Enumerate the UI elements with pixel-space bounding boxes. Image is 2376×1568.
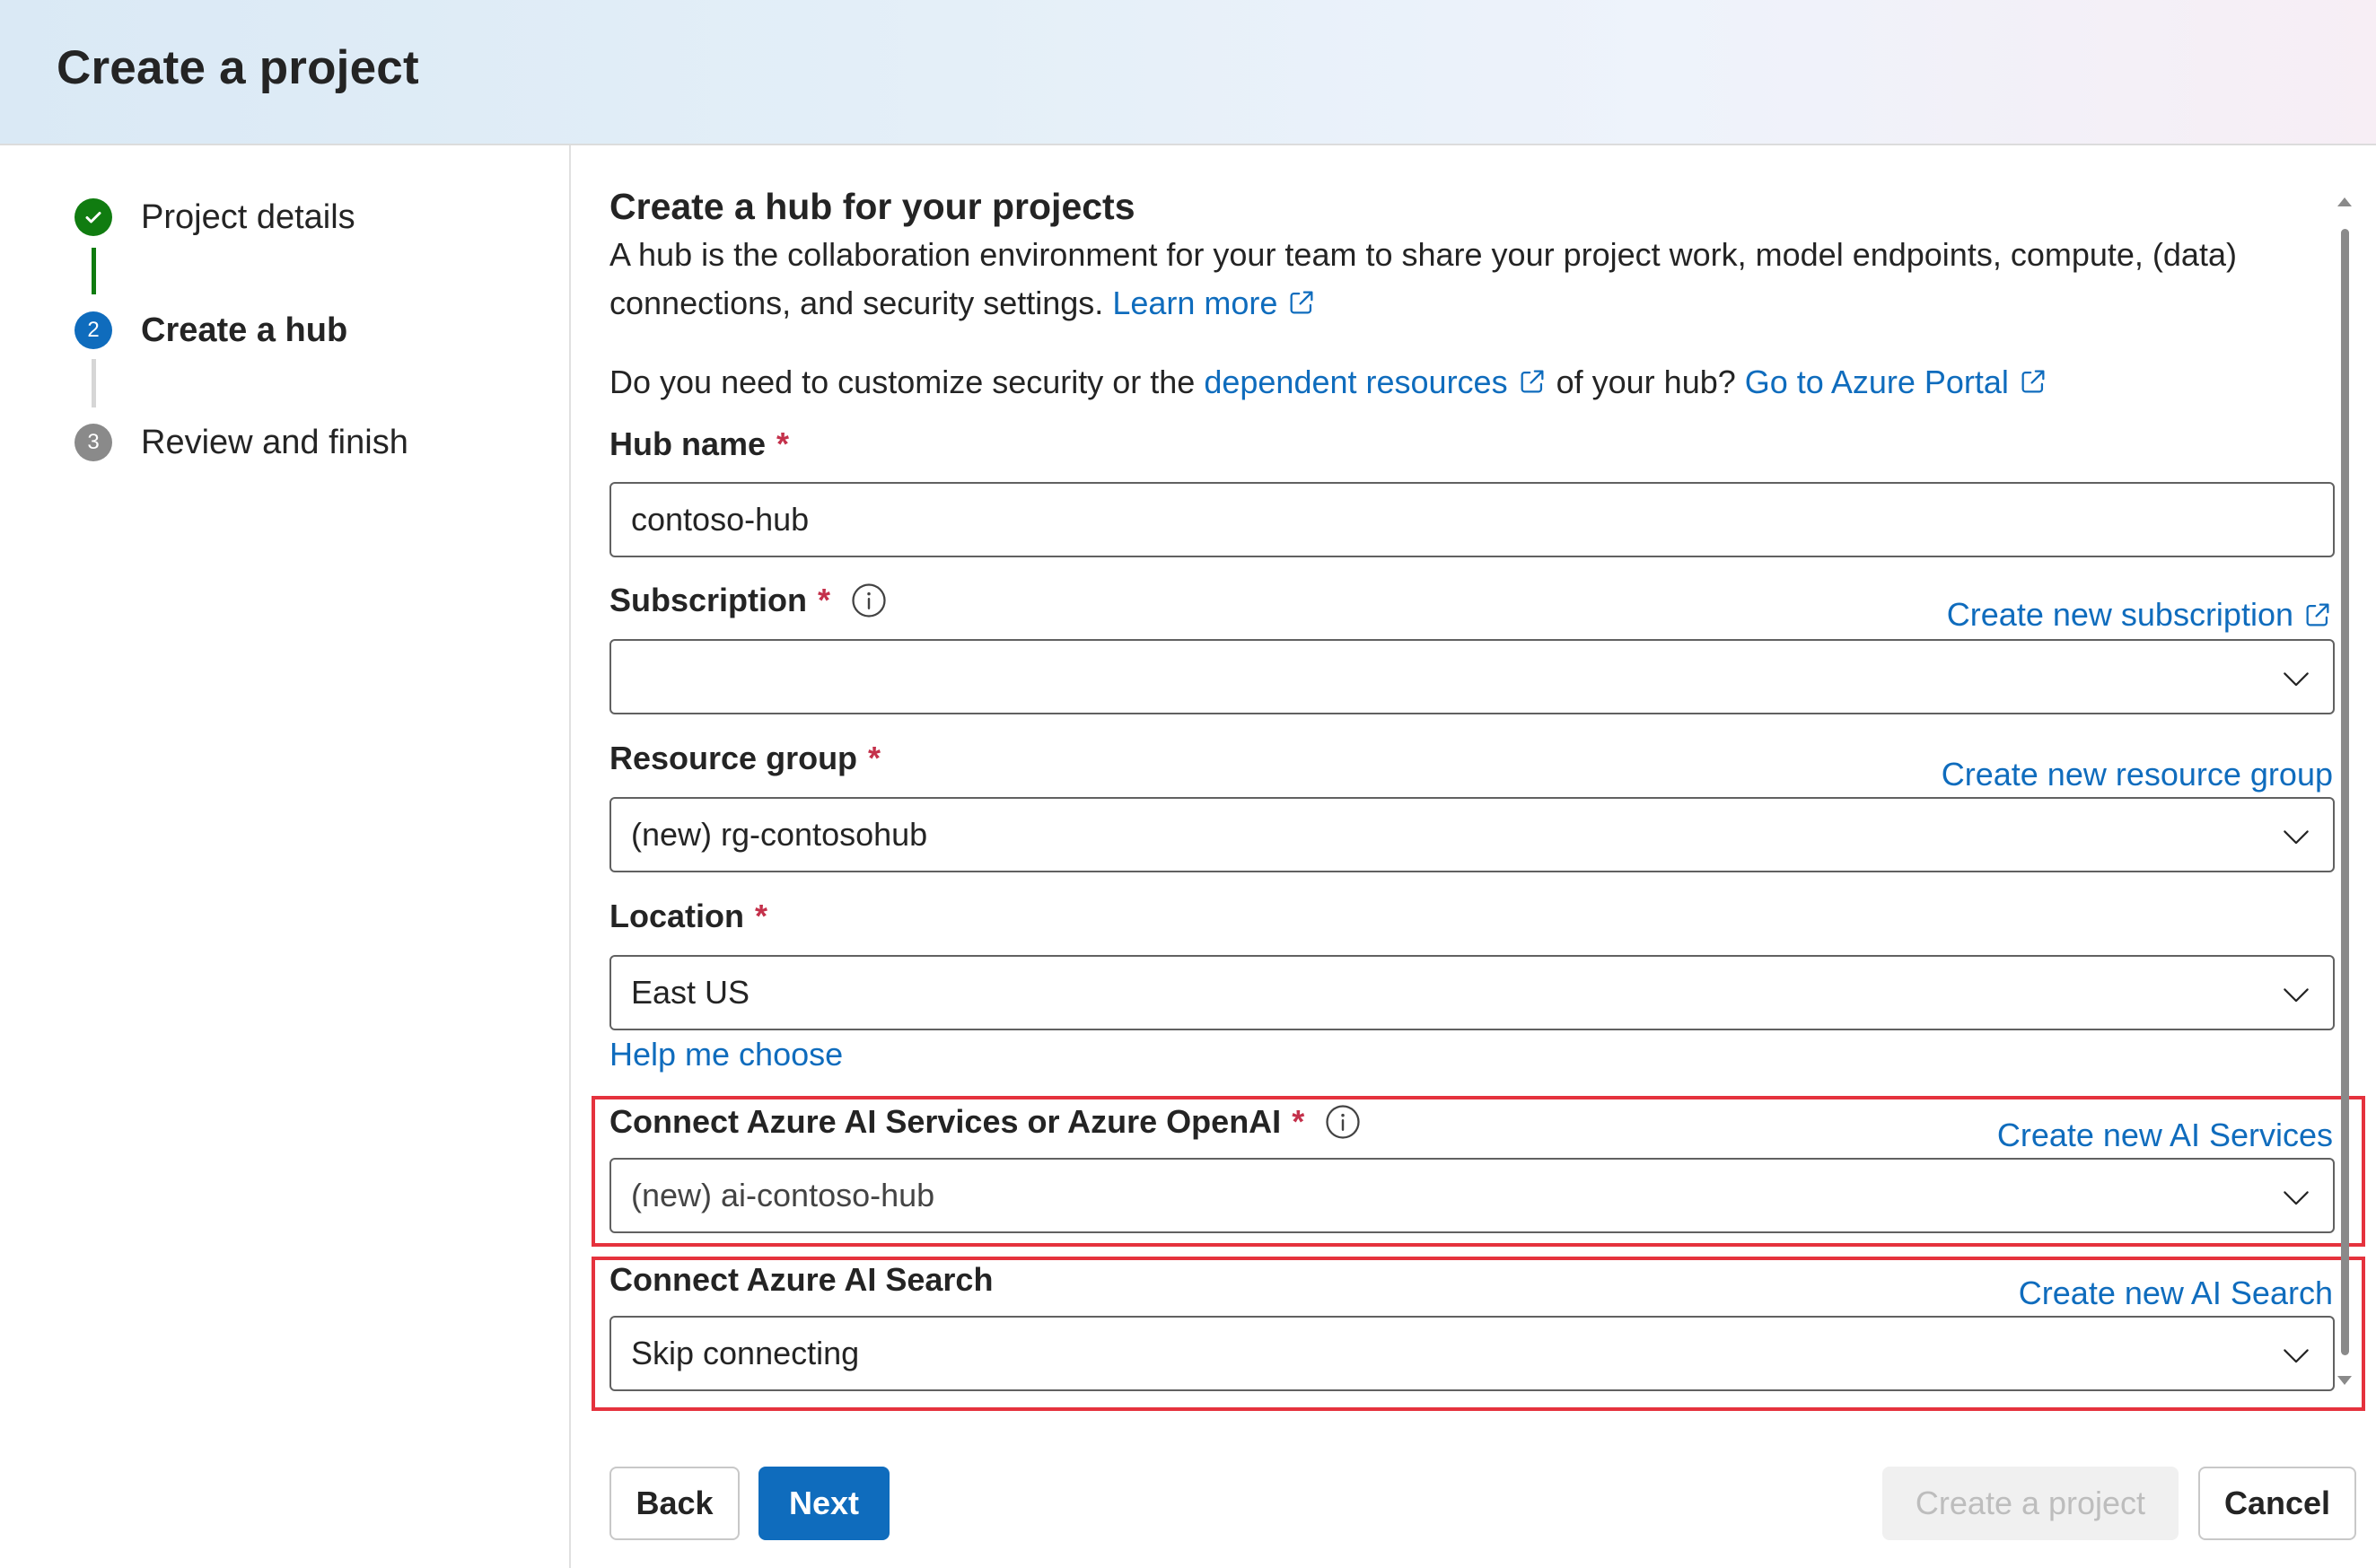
step-label: Create a hub (141, 311, 348, 349)
check-icon (75, 198, 112, 236)
step-number-badge: 2 (75, 311, 112, 349)
customize-text: Do you need to customize security or the… (609, 364, 2048, 401)
learn-more-link[interactable]: Learn more (1112, 285, 1317, 321)
section-title: Create a hub for your projects (609, 186, 1135, 227)
highlight-ai-search (592, 1257, 2365, 1411)
dependent-resources-link[interactable]: dependent resources (1204, 364, 1547, 400)
step-create-hub[interactable]: 2 Create a hub (75, 310, 347, 351)
wizard-steps: Project details 2 Create a hub 3 Review … (0, 145, 571, 1568)
step-number-badge: 3 (75, 424, 112, 461)
step-label: Review and finish (141, 423, 408, 461)
page-title: Create a project (57, 41, 419, 94)
hub-name-input[interactable]: contoso-hub (609, 482, 2335, 557)
step-connector (92, 359, 96, 407)
highlight-ai-services (592, 1096, 2365, 1247)
azure-portal-link[interactable]: Go to Azure Portal (1745, 364, 2048, 400)
chevron-down-icon (2284, 988, 2309, 1003)
hub-name-label: Hub name * (609, 425, 790, 462)
back-button[interactable]: Back (609, 1467, 740, 1540)
create-resource-group-link[interactable]: Create new resource group (1942, 756, 2333, 793)
step-review-finish[interactable]: 3 Review and finish (75, 422, 408, 463)
chevron-down-icon (2284, 672, 2309, 687)
resource-group-label: Resource group * (609, 740, 881, 776)
subscription-label: Subscription * (609, 582, 888, 619)
step-project-details[interactable]: Project details (75, 197, 355, 238)
cancel-button[interactable]: Cancel (2198, 1467, 2356, 1540)
external-link-icon (2306, 603, 2329, 626)
scroll-up-icon[interactable] (2337, 197, 2352, 206)
create-project-button[interactable]: Create a project (1882, 1467, 2179, 1540)
scrollbar-thumb[interactable] (2341, 229, 2349, 1355)
next-button[interactable]: Next (758, 1467, 890, 1540)
step-connector (92, 248, 96, 294)
chevron-down-icon (2284, 830, 2309, 845)
info-icon[interactable] (850, 582, 888, 619)
external-link-icon (1290, 291, 1313, 314)
external-link-icon (1521, 370, 1544, 393)
location-label: Location * (609, 898, 768, 934)
create-subscription-link[interactable]: Create new subscription (1947, 596, 2333, 634)
scroll-down-icon[interactable] (2337, 1376, 2352, 1385)
subscription-dropdown[interactable] (609, 639, 2335, 714)
location-dropdown[interactable]: East US (609, 955, 2335, 1030)
help-me-choose-link[interactable]: Help me choose (609, 1036, 843, 1073)
external-link-icon (2021, 370, 2045, 393)
page-header: Create a project (0, 0, 2376, 145)
section-description: A hub is the collaboration environment f… (609, 236, 2237, 321)
resource-group-dropdown[interactable]: (new) rg-contosohub (609, 797, 2335, 872)
step-label: Project details (141, 197, 355, 236)
